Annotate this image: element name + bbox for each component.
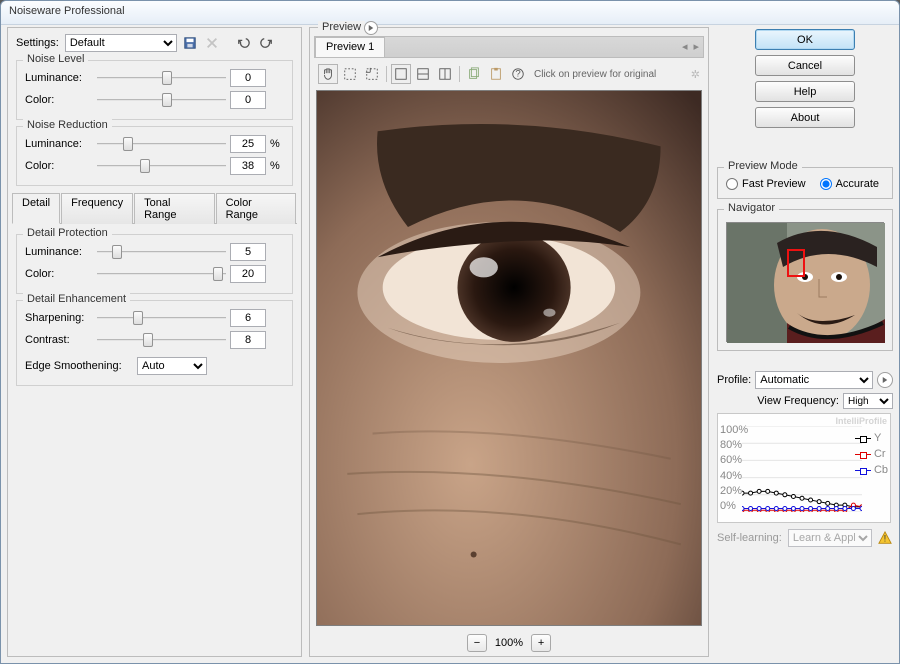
noise-reduction-title: Noise Reduction (23, 119, 112, 131)
warning-icon: ! (878, 531, 892, 545)
marquee-tool-icon[interactable] (340, 64, 360, 84)
paste-icon[interactable] (486, 64, 506, 84)
nl-luminance-input[interactable] (230, 69, 266, 87)
de-contrast-label: Contrast: (25, 334, 93, 346)
intelliprofile-chart: IntelliProfile 100%80%60%40%20%0% Y Cr C… (717, 413, 891, 523)
de-edge-select[interactable]: Auto (137, 357, 207, 375)
hand-tool-icon[interactable] (318, 64, 338, 84)
de-sharpening-input[interactable] (230, 309, 266, 327)
dp-color-input[interactable] (230, 265, 266, 283)
tab-detail[interactable]: Detail (12, 193, 60, 224)
detail-protection-group: Detail Protection Luminance: Color: (16, 234, 293, 294)
navigator-viewport-rect[interactable] (787, 249, 805, 277)
preview-mode-group: Preview Mode Fast Preview Accurate (717, 167, 893, 199)
de-sharpening-slider[interactable] (97, 309, 226, 327)
preview-toolbar: ? Click on preview for original ✲ (314, 62, 704, 86)
view-split-h-icon[interactable] (413, 64, 433, 84)
chart-watermark: IntelliProfile (835, 416, 887, 426)
dp-luminance-slider[interactable] (97, 243, 226, 261)
right-panel: OK Cancel Help About Preview Mode Fast P… (717, 27, 893, 657)
de-contrast-input[interactable] (230, 331, 266, 349)
view-single-icon[interactable] (391, 64, 411, 84)
left-panel: Settings: Default Noise (7, 27, 302, 657)
de-edge-label: Edge Smoothening: (25, 360, 133, 372)
profile-play-icon[interactable] (877, 372, 893, 388)
copy-icon[interactable] (464, 64, 484, 84)
tab-tonal-range[interactable]: Tonal Range (134, 193, 214, 224)
fast-preview-radio[interactable]: Fast Preview (726, 178, 806, 190)
tab-frequency[interactable]: Frequency (61, 193, 133, 224)
window-title: Noiseware Professional (9, 5, 125, 17)
legend-y: Y (855, 432, 888, 444)
de-sharpening-label: Sharpening: (25, 312, 93, 324)
self-learning-select[interactable]: Learn & Apply (788, 529, 872, 547)
nr-color-input[interactable] (230, 157, 266, 175)
redo-icon[interactable] (257, 34, 275, 52)
preview-mode-title: Preview Mode (724, 160, 802, 172)
tab-color-range[interactable]: Color Range (216, 193, 296, 224)
app-window: Noiseware Professional Settings: Default (0, 0, 900, 664)
zoom-level: 100% (495, 637, 523, 649)
cancel-button[interactable]: Cancel (755, 55, 855, 76)
svg-text:!: ! (883, 534, 886, 545)
zoom-in-button[interactable]: + (531, 634, 551, 652)
dp-luminance-label: Luminance: (25, 246, 93, 258)
crop-tool-icon[interactable] (362, 64, 382, 84)
noise-level-group: Noise Level Luminance: Color: (16, 60, 293, 120)
help-tool-icon[interactable]: ? (508, 64, 528, 84)
nr-luminance-slider[interactable] (97, 135, 226, 153)
preview-tabs-bar: Preview 1 ◂ ▸ (314, 36, 704, 58)
settings-label: Settings: (16, 37, 59, 49)
nr-color-label: Color: (25, 160, 93, 172)
nr-luminance-label: Luminance: (25, 138, 93, 150)
preview-hint: Click on preview for original (534, 69, 656, 80)
navigator-thumbnail[interactable] (726, 222, 884, 342)
nl-luminance-slider[interactable] (97, 69, 226, 87)
detail-protection-title: Detail Protection (23, 227, 112, 239)
profile-label: Profile: (717, 374, 751, 386)
dp-color-slider[interactable] (97, 265, 226, 283)
de-contrast-slider[interactable] (97, 331, 226, 349)
svg-text:?: ? (515, 69, 520, 80)
nl-color-label: Color: (25, 94, 93, 106)
nl-color-slider[interactable] (97, 91, 226, 109)
preview-tab-1[interactable]: Preview 1 (315, 37, 385, 57)
settings-select[interactable]: Default (65, 34, 177, 52)
noise-reduction-group: Noise Reduction Luminance: % Color: % (16, 126, 293, 186)
detail-enhancement-group: Detail Enhancement Sharpening: Contrast: (16, 300, 293, 386)
loading-spinner-icon: ✲ (691, 68, 700, 81)
self-learning-label: Self-learning: (717, 532, 782, 544)
navigator-title: Navigator (724, 202, 779, 214)
prev-tab-right-icon[interactable]: ▸ (693, 40, 699, 53)
view-frequency-label: View Frequency: (757, 395, 839, 407)
preview-panel: Preview Preview 1 ◂ ▸ (309, 27, 709, 657)
dp-luminance-input[interactable] (230, 243, 266, 261)
view-split-v-icon[interactable] (435, 64, 455, 84)
profile-select[interactable]: Automatic (755, 371, 873, 389)
accurate-radio[interactable]: Accurate (820, 178, 879, 190)
prev-tab-left-icon[interactable]: ◂ (682, 40, 688, 53)
legend-cb: Cb (855, 464, 888, 476)
zoom-out-button[interactable]: − (467, 634, 487, 652)
view-frequency-select[interactable]: High (843, 393, 893, 409)
pct-label: % (270, 138, 284, 150)
about-button[interactable]: About (755, 107, 855, 128)
legend-cr: Cr (855, 448, 888, 460)
nl-color-input[interactable] (230, 91, 266, 109)
ok-button[interactable]: OK (755, 29, 855, 50)
navigator-group: Navigator (717, 209, 893, 351)
nl-luminance-label: Luminance: (25, 72, 93, 84)
help-button[interactable]: Help (755, 81, 855, 102)
nr-luminance-input[interactable] (230, 135, 266, 153)
undo-icon[interactable] (235, 34, 253, 52)
titlebar: Noiseware Professional (1, 1, 899, 25)
detail-tabs: Detail Frequency Tonal Range Color Range (12, 192, 297, 224)
preview-image[interactable] (316, 90, 702, 626)
detail-enhancement-title: Detail Enhancement (23, 293, 130, 305)
dp-color-label: Color: (25, 268, 93, 280)
nr-color-slider[interactable] (97, 157, 226, 175)
noise-level-title: Noise Level (23, 53, 88, 65)
save-settings-icon[interactable] (181, 34, 199, 52)
delete-settings-icon (203, 34, 221, 52)
